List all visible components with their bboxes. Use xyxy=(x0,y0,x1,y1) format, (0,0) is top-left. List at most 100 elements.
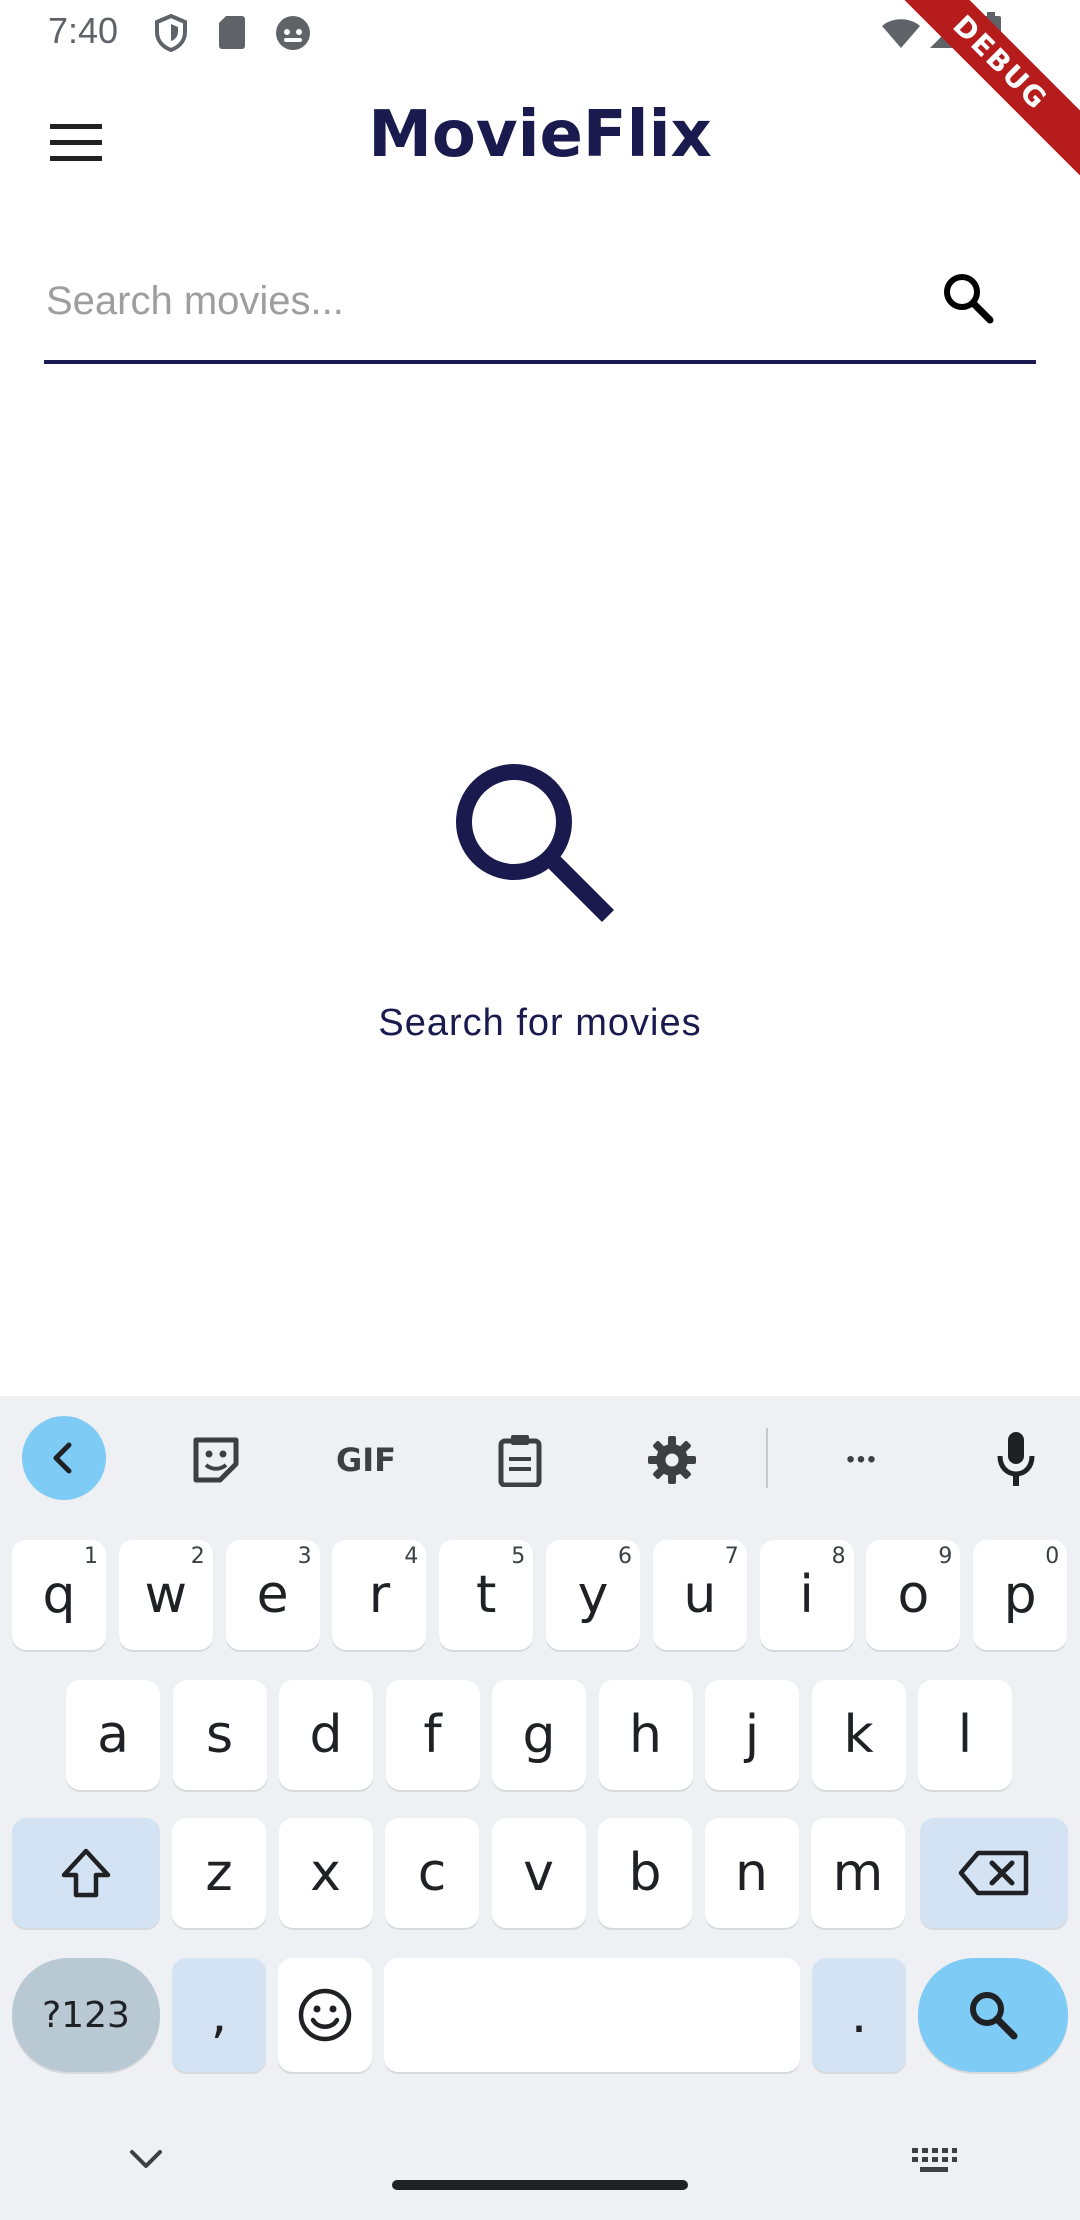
soft-keyboard: GIF ••• ?123 , . q 1 w 2 e 3 r 4 t 5 y 6… xyxy=(0,1396,1080,2220)
key-m[interactable]: m xyxy=(811,1818,905,1928)
gif-button[interactable]: GIF xyxy=(326,1432,406,1488)
empty-state-message: Search for movies xyxy=(378,1002,702,1044)
emoji-key[interactable] xyxy=(278,1958,372,2072)
sticker-button[interactable] xyxy=(184,1432,248,1488)
microphone-icon xyxy=(997,1432,1035,1486)
key-label: j xyxy=(744,1705,760,1765)
key-label: u xyxy=(683,1565,717,1625)
key-d[interactable]: d xyxy=(279,1680,373,1790)
key-l[interactable]: l xyxy=(918,1680,1012,1790)
shield-icon xyxy=(155,14,187,52)
key-hint: 9 xyxy=(938,1544,953,1569)
voice-input-button[interactable] xyxy=(988,1428,1044,1490)
status-bar: 7:40 DEBUG xyxy=(0,0,1080,179)
keyboard-switcher-icon[interactable] xyxy=(910,2146,958,2176)
key-e[interactable]: e3 xyxy=(225,1540,320,1650)
key-u[interactable]: u7 xyxy=(652,1540,747,1650)
keyboard-collapse-button[interactable] xyxy=(22,1416,106,1500)
key-label: b xyxy=(628,1843,662,1903)
key-hint: 1 xyxy=(84,1544,98,1569)
key-label: s xyxy=(205,1705,234,1765)
sticker-icon xyxy=(193,1437,239,1483)
key-p[interactable]: p0 xyxy=(973,1540,1068,1650)
key-label: m xyxy=(832,1843,884,1903)
backspace-key[interactable] xyxy=(920,1818,1068,1928)
key-label: q xyxy=(42,1565,76,1625)
key-label: r xyxy=(368,1565,391,1625)
key-label: e xyxy=(256,1565,289,1625)
key-hint: 7 xyxy=(724,1544,739,1569)
key-label: i xyxy=(799,1565,814,1625)
app-title: MovieFlix xyxy=(368,98,712,172)
key-n[interactable]: n xyxy=(704,1818,799,1928)
key-h[interactable]: h xyxy=(598,1680,693,1790)
empty-state-search-icon xyxy=(456,764,615,923)
shift-key[interactable] xyxy=(12,1818,160,1928)
key-z[interactable]: z xyxy=(172,1818,266,1928)
key-label: w xyxy=(144,1565,188,1625)
key-k[interactable]: k xyxy=(811,1680,906,1790)
key-label: z xyxy=(205,1843,233,1903)
key-label: n xyxy=(735,1843,768,1903)
key-o[interactable]: o9 xyxy=(866,1540,961,1650)
key-g[interactable]: g xyxy=(492,1680,586,1790)
key-i[interactable]: i8 xyxy=(759,1540,854,1650)
clipboard-button[interactable] xyxy=(492,1432,548,1488)
key-a[interactable]: a xyxy=(66,1680,160,1790)
comma-key[interactable]: , xyxy=(172,1958,266,2072)
status-time: 7:40 xyxy=(48,10,119,51)
key-hint: 4 xyxy=(404,1544,419,1569)
search-icon xyxy=(970,1992,1018,2040)
key-hint: 8 xyxy=(831,1544,846,1569)
key-label: g xyxy=(522,1705,556,1765)
clipboard-icon xyxy=(498,1435,542,1487)
keyboard-hide-chevron-icon[interactable] xyxy=(128,2148,164,2172)
more-options-button[interactable]: ••• xyxy=(834,1432,890,1488)
sd-card-icon xyxy=(219,16,245,49)
key-label: c xyxy=(417,1843,447,1903)
key-w[interactable]: w2 xyxy=(118,1540,213,1650)
key-label: l xyxy=(957,1705,973,1765)
search-input[interactable] xyxy=(44,262,928,340)
settings-button[interactable] xyxy=(644,1432,700,1488)
key-hint: 3 xyxy=(297,1544,312,1569)
toolbar-divider xyxy=(766,1428,768,1488)
key-s[interactable]: s xyxy=(172,1680,267,1790)
search-icon[interactable] xyxy=(938,268,998,328)
backspace-icon xyxy=(958,1850,1029,1896)
space-key[interactable] xyxy=(384,1958,800,2072)
key-hint: 6 xyxy=(618,1544,632,1569)
key-label: h xyxy=(629,1705,662,1765)
period-key[interactable]: . xyxy=(812,1958,906,2072)
key-label: a xyxy=(97,1705,129,1765)
key-label: t xyxy=(475,1565,497,1625)
key-label: d xyxy=(309,1705,343,1765)
key-x[interactable]: x xyxy=(278,1818,373,1928)
key-label: x xyxy=(310,1843,341,1903)
key-label: p xyxy=(1003,1565,1037,1625)
key-v[interactable]: v xyxy=(491,1818,586,1928)
key-label: f xyxy=(423,1705,442,1765)
key-y[interactable]: y6 xyxy=(546,1540,640,1650)
key-label: o xyxy=(897,1565,930,1625)
key-hint: 0 xyxy=(1045,1544,1060,1569)
chevron-left-icon xyxy=(53,1442,72,1474)
key-b[interactable]: b xyxy=(598,1818,692,1928)
key-j[interactable]: j xyxy=(705,1680,799,1790)
key-label: y xyxy=(577,1565,609,1625)
key-r[interactable]: r4 xyxy=(332,1540,427,1650)
shift-icon xyxy=(61,1848,111,1898)
key-label: v xyxy=(523,1843,554,1903)
key-q[interactable]: q1 xyxy=(12,1540,106,1650)
symbols-key[interactable]: ?123 xyxy=(12,1958,160,2072)
key-label: k xyxy=(843,1705,874,1765)
gear-icon xyxy=(648,1436,696,1484)
key-f[interactable]: f xyxy=(385,1680,480,1790)
gesture-navigation-bar[interactable] xyxy=(392,2180,688,2190)
key-t[interactable]: t5 xyxy=(439,1540,534,1650)
android-head-icon xyxy=(276,16,310,50)
search-action-key[interactable] xyxy=(918,1958,1068,2072)
key-hint: 5 xyxy=(511,1544,526,1569)
key-hint: 2 xyxy=(190,1544,205,1569)
key-c[interactable]: c xyxy=(385,1818,479,1928)
